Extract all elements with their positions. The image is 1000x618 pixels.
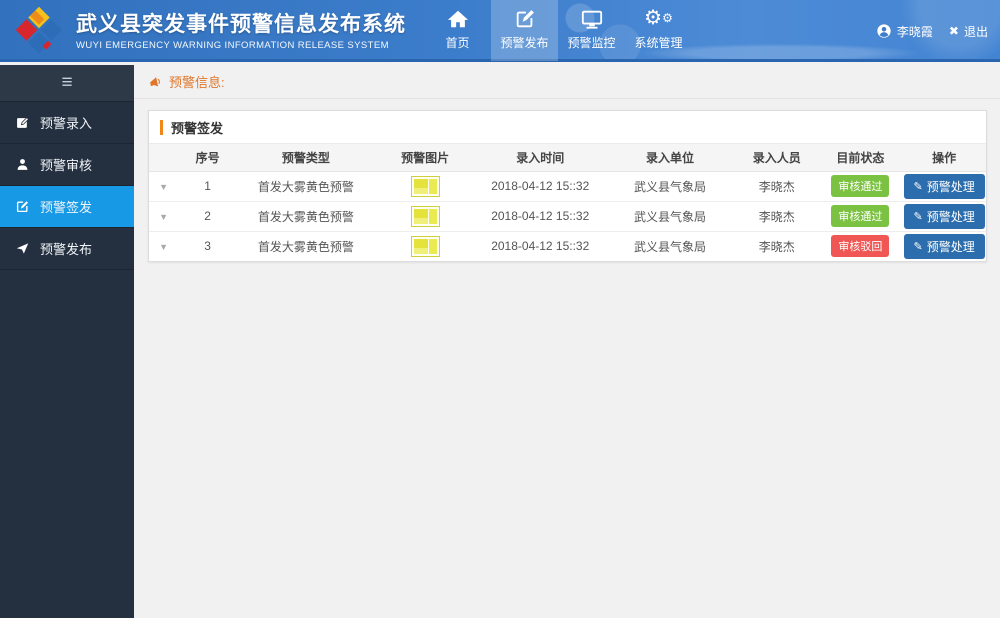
- table-row: ▼ 1 首发大雾黄色预警 2018-04-12 15::32 武义县气象局 李晓…: [149, 171, 986, 202]
- sidebar-item-warning-entry[interactable]: 预警录入: [0, 102, 134, 144]
- nav-item-home[interactable]: 首页: [424, 0, 491, 61]
- cell-person: 李晓杰: [734, 201, 819, 232]
- col-person: 录入人员: [734, 144, 819, 172]
- status-badge: 审核通过: [831, 175, 890, 197]
- sidebar-item-label: 预警签发: [40, 200, 93, 215]
- warning-image-thumbnail[interactable]: [410, 235, 440, 257]
- nav-item-label: 系统管理: [634, 36, 683, 50]
- cell-unit: 武义县气象局: [605, 201, 735, 232]
- cell-unit: 武义县气象局: [605, 171, 735, 202]
- gears-icon: ⚙⚙: [644, 7, 673, 29]
- nav-item-warning-monitor[interactable]: 预警监控: [558, 0, 625, 61]
- sidebar: ≡ 预警录入 预警审核 预警签发 预警发布: [0, 65, 134, 618]
- brand-text: 武义县突发事件预警信息发布系统 WUYI EMERGENCY WARNING I…: [76, 8, 406, 51]
- row-expand-caret-icon[interactable]: ▼: [159, 182, 168, 192]
- table-row: ▼ 3 首发大雾黄色预警 2018-04-12 15::32 武义县气象局 李晓…: [149, 231, 986, 261]
- brand: 武义县突发事件预警信息发布系统 WUYI EMERGENCY WARNING I…: [0, 5, 406, 55]
- close-icon: ✖: [948, 24, 959, 38]
- sidebar-item-warning-sign[interactable]: 预警签发: [0, 186, 134, 228]
- sidebar-toggle[interactable]: ≡: [0, 65, 134, 102]
- nav-item-label: 预警监控: [567, 36, 616, 50]
- sidebar-item-warning-publish[interactable]: 预警发布: [0, 228, 134, 270]
- sidebar-item-label: 预警录入: [40, 116, 93, 131]
- col-image: 预警图片: [374, 144, 476, 172]
- cell-type: 首发大雾黄色预警: [236, 171, 375, 202]
- top-header: 武义县突发事件预警信息发布系统 WUYI EMERGENCY WARNING I…: [0, 0, 1000, 62]
- paper-plane-icon: [16, 243, 29, 254]
- pencil-icon: ✎: [913, 180, 923, 193]
- home-icon: [447, 10, 468, 28]
- col-status: 目前状态: [818, 144, 903, 172]
- sidebar-item-warning-review[interactable]: 预警审核: [0, 144, 134, 186]
- table-row: ▼ 2 首发大雾黄色预警 2018-04-12 15::32 武义县气象局 李晓…: [149, 201, 986, 232]
- warning-table: 序号 预警类型 预警图片 录入时间 录入单位 录入人员 目前状态 操作 ▼ 1: [149, 144, 986, 261]
- col-unit: 录入单位: [605, 144, 735, 172]
- col-action: 操作: [902, 144, 986, 172]
- cell-person: 李晓杰: [758, 239, 795, 254]
- user-circle-icon: [877, 24, 891, 38]
- breadcrumb: 预警信息:: [134, 65, 1000, 99]
- app-title: 武义县突发事件预警信息发布系统: [76, 13, 406, 36]
- pencil-icon: ✎: [913, 210, 923, 223]
- main-nav: 首页 预警发布 预警监控 ⚙⚙ 系统管理: [424, 0, 692, 61]
- panel-header: 预警签发: [149, 111, 986, 144]
- nav-item-warning-release[interactable]: 预警发布: [491, 0, 558, 61]
- app-logo-icon: [15, 6, 63, 53]
- status-badge: 审核驳回: [831, 235, 890, 258]
- warning-image-thumbnail[interactable]: [410, 175, 440, 197]
- warning-process-button[interactable]: ✎ 预警处理: [903, 173, 985, 199]
- logout-button[interactable]: ✖ 退出: [949, 23, 988, 40]
- main-content: 预警信息: 预警签发 序号 预警类型 预警图片 录入时间 录入单位 录入人员 目…: [134, 65, 1000, 618]
- pencil-square-icon: [17, 117, 29, 128]
- app-subtitle: WUYI EMERGENCY WARNING INFORMATION RELEA…: [76, 40, 389, 51]
- pencil-square-icon: [16, 201, 29, 213]
- megaphone-icon: [150, 76, 160, 86]
- cell-unit: 武义县气象局: [633, 239, 706, 254]
- col-caret: [149, 144, 179, 172]
- cell-person: 李晓杰: [734, 171, 819, 202]
- table-header-row: 序号 预警类型 预警图片 录入时间 录入单位 录入人员 目前状态 操作: [149, 144, 986, 172]
- cell-time: 2018-04-12 15::32: [491, 239, 590, 254]
- app-window: 武义县突发事件预警信息发布系统 WUYI EMERGENCY WARNING I…: [0, 0, 1000, 618]
- cell-time: 2018-04-12 15::32: [475, 201, 606, 232]
- col-type: 预警类型: [236, 144, 375, 172]
- col-seq: 序号: [178, 144, 237, 172]
- edit-icon: [516, 10, 534, 28]
- cell-seq: 2: [178, 201, 237, 232]
- col-time: 录入时间: [475, 144, 606, 172]
- accent-bar: [160, 119, 163, 135]
- user-name: 李晓霞: [896, 24, 933, 39]
- nav-item-label: 首页: [445, 36, 470, 50]
- nav-item-system-manage[interactable]: ⚙⚙ 系统管理: [625, 0, 692, 61]
- cell-type: 首发大雾黄色预警: [257, 239, 354, 254]
- warning-image-thumbnail[interactable]: [410, 205, 440, 227]
- menu-icon: ≡: [61, 72, 73, 93]
- monitor-icon: [581, 10, 602, 29]
- warning-process-button[interactable]: ✎ 预警处理: [903, 233, 985, 259]
- sidebar-item-label: 预警发布: [40, 242, 93, 257]
- warning-sign-panel: 预警签发 序号 预警类型 预警图片 录入时间 录入单位 录入人员 目前状态 操作…: [148, 110, 987, 262]
- cell-seq: 1: [178, 171, 237, 202]
- cell-time: 2018-04-12 15::32: [475, 171, 606, 202]
- breadcrumb-label: 预警信息:: [169, 75, 225, 90]
- user-area: 李晓霞 ✖ 退出: [876, 0, 988, 62]
- panel-title: 预警签发: [171, 120, 224, 136]
- row-expand-caret-icon[interactable]: ▼: [159, 212, 168, 222]
- status-badge: 审核通过: [831, 205, 890, 227]
- current-user[interactable]: 李晓霞: [876, 23, 933, 40]
- pencil-icon: ✎: [913, 240, 923, 253]
- cell-type: 首发大雾黄色预警: [236, 201, 375, 232]
- row-expand-caret-icon[interactable]: ▼: [159, 242, 168, 252]
- nav-item-label: 预警发布: [500, 36, 549, 50]
- logout-label: 退出: [963, 24, 988, 39]
- warning-process-button[interactable]: ✎ 预警处理: [903, 203, 985, 229]
- cell-seq: 3: [204, 239, 211, 254]
- sidebar-item-label: 预警审核: [40, 158, 93, 173]
- person-icon: [17, 159, 28, 170]
